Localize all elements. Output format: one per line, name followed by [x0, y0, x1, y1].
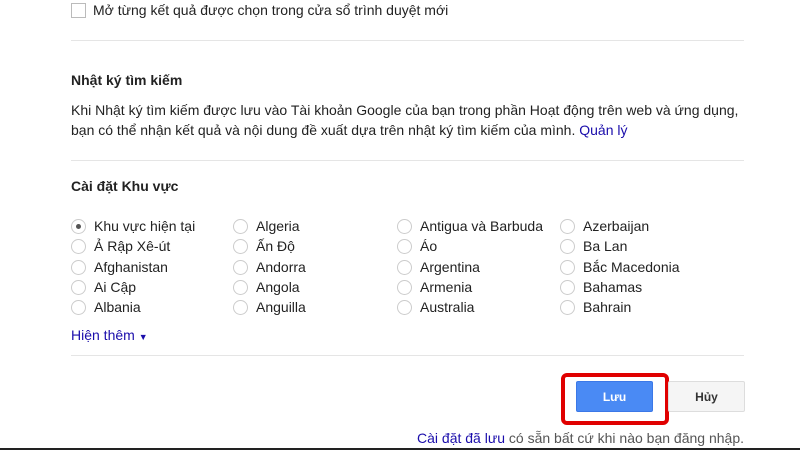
region-radio[interactable]	[397, 239, 412, 254]
region-radio[interactable]	[560, 300, 575, 315]
region-label[interactable]: Bắc Macedonia	[583, 257, 680, 277]
region-label[interactable]: Antigua và Barbuda	[420, 216, 543, 236]
region-radio[interactable]	[71, 219, 86, 234]
region-radio[interactable]	[397, 280, 412, 295]
region-radio[interactable]	[397, 260, 412, 275]
region-radio[interactable]	[71, 260, 86, 275]
history-text: bạn có thể nhận kết quả và nội dung đề x…	[71, 122, 576, 138]
region-label[interactable]: Azerbaijan	[583, 216, 649, 236]
search-history-title: Nhật ký tìm kiếm	[71, 72, 183, 88]
region-radio[interactable]	[233, 260, 248, 275]
search-history-text: Khi Nhật ký tìm kiếm được lưu vào Tài kh…	[71, 100, 771, 140]
new-window-label: Mở từng kết quả được chọn trong cửa sổ t…	[93, 2, 449, 18]
region-label[interactable]: Ba Lan	[583, 236, 627, 256]
manage-link[interactable]: Quản lý	[579, 122, 627, 138]
region-label[interactable]: Ai Cập	[94, 277, 136, 297]
cancel-button[interactable]: Hủy	[668, 381, 745, 412]
region-label[interactable]: Khu vực hiện tại	[94, 216, 195, 236]
region-label[interactable]: Armenia	[420, 277, 472, 297]
caret-down-icon: ▼	[138, 332, 148, 342]
region-settings-title: Cài đặt Khu vực	[71, 178, 179, 194]
region-radio[interactable]	[560, 239, 575, 254]
divider	[71, 355, 744, 356]
region-label[interactable]: Bahamas	[583, 277, 642, 297]
region-label[interactable]: Argentina	[420, 257, 480, 277]
saved-settings-link[interactable]: Cài đặt đã lưu	[417, 430, 505, 446]
region-label[interactable]: Australia	[420, 297, 474, 317]
region-label[interactable]: Afghanistan	[94, 257, 168, 277]
region-radio[interactable]	[233, 300, 248, 315]
show-more-label: Hiện thêm	[71, 327, 135, 343]
region-label[interactable]: Áo	[420, 236, 437, 256]
region-label[interactable]: Anguilla	[256, 297, 306, 317]
region-label[interactable]: Albania	[94, 297, 141, 317]
region-radio[interactable]	[560, 260, 575, 275]
region-radio[interactable]	[233, 239, 248, 254]
region-radio[interactable]	[71, 280, 86, 295]
region-radio[interactable]	[71, 300, 86, 315]
footer-note: Cài đặt đã lưu có sẵn bất cứ khi nào bạn…	[417, 428, 744, 448]
region-radio[interactable]	[397, 300, 412, 315]
region-label[interactable]: Ấn Độ	[256, 236, 295, 256]
save-button[interactable]: Lưu	[576, 381, 653, 412]
history-text-line1: Khi Nhật ký tìm kiếm được lưu vào Tài kh…	[71, 102, 739, 118]
history-text-line2: bạn có thể nhận kết quả và nội dung đề x…	[71, 120, 771, 140]
region-label[interactable]: Angola	[256, 277, 300, 297]
region-label[interactable]: Algeria	[256, 216, 300, 236]
region-radio[interactable]	[560, 219, 575, 234]
new-window-checkbox[interactable]	[71, 3, 86, 18]
region-radio[interactable]	[71, 239, 86, 254]
footer-text: có sẵn bất cứ khi nào bạn đăng nhập.	[505, 430, 744, 446]
divider	[71, 40, 744, 41]
region-radio[interactable]	[233, 280, 248, 295]
region-radio[interactable]	[233, 219, 248, 234]
region-label[interactable]: Andorra	[256, 257, 306, 277]
region-radio[interactable]	[397, 219, 412, 234]
region-label[interactable]: Ả Rập Xê-út	[94, 236, 170, 256]
region-radio[interactable]	[560, 280, 575, 295]
divider	[71, 160, 744, 161]
region-label[interactable]: Bahrain	[583, 297, 631, 317]
show-more-link[interactable]: Hiện thêm ▼	[71, 325, 148, 347]
